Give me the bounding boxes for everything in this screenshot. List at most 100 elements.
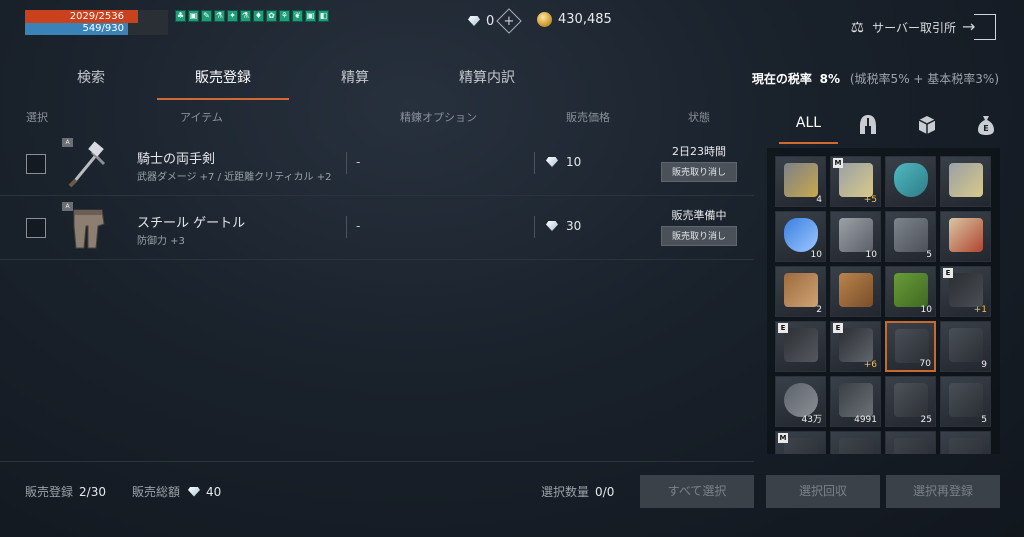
inventory-slot[interactable]: 5 xyxy=(940,376,991,427)
inventory-slot[interactable]: E +1 xyxy=(940,266,991,317)
server-exchange-button[interactable]: ⚖ サーバー取引所 xyxy=(851,14,996,40)
plus-icon: + xyxy=(503,13,515,29)
scale-icon: ⚖ xyxy=(850,18,865,36)
inventory-slot[interactable] xyxy=(940,156,991,207)
inventory-slot[interactable] xyxy=(830,266,881,317)
hp-bar: 2029/2536 xyxy=(25,10,138,23)
hp-value: 2029/2536 xyxy=(69,11,124,22)
rune-scroll-icon xyxy=(949,383,983,417)
listing-row[interactable]: A 騎士の両手剣 武器ダメージ +7 / 近距離クリティカル +2 - 10 2… xyxy=(0,132,754,196)
tab-equipment[interactable] xyxy=(838,108,897,144)
crystal-icon xyxy=(894,163,928,197)
ore-icon xyxy=(839,383,873,417)
reregister-selected-button[interactable]: 選択再登録 xyxy=(886,475,1000,508)
total-amount: 販売総額 40 xyxy=(132,483,221,500)
buff-icon-4: ⚗ xyxy=(214,10,225,22)
tier-badge: A xyxy=(62,202,73,211)
inventory-slot[interactable]: M +5 xyxy=(830,156,881,207)
gauntlet-icon xyxy=(894,383,928,417)
listing-row[interactable]: A スチール ゲートル 防御力 +3 - 30 販売準備中 販売取り消し xyxy=(0,196,754,260)
exit-icon[interactable] xyxy=(962,14,996,40)
belt-icon xyxy=(784,328,818,362)
slot-quantity: 10 xyxy=(810,250,822,260)
inventory-slot[interactable] xyxy=(830,431,881,454)
sword-icon xyxy=(839,163,873,197)
blue-crystal-icon xyxy=(784,218,818,252)
total-label: 販売総額 xyxy=(131,485,180,499)
add-diamond-button[interactable]: + xyxy=(496,8,523,34)
sword-icon xyxy=(949,163,983,197)
slot-quantity: +6 xyxy=(863,360,877,370)
market-tabs: 検索 販売登録 精算 精算内訳 xyxy=(25,58,553,100)
helmet-icon xyxy=(859,115,876,134)
collect-selected-button[interactable]: 選択回収 xyxy=(766,475,880,508)
col-item: アイテム xyxy=(180,111,223,124)
buff-icon-7: ♦ xyxy=(253,10,264,22)
inventory-slot[interactable]: 10 xyxy=(885,266,936,317)
inventory-slot[interactable]: 25 xyxy=(885,376,936,427)
select-all-button[interactable]: すべて選択 xyxy=(640,475,754,508)
mp-bar: 549/930 xyxy=(25,23,128,35)
inventory-slot[interactable]: 43万 xyxy=(775,376,826,427)
item-icon xyxy=(839,438,873,454)
tab-etc[interactable]: E xyxy=(956,108,1015,144)
bow-icon xyxy=(839,328,873,362)
buff-icon-1: ♣ xyxy=(175,10,186,22)
cancel-sale-button[interactable]: 販売取り消し xyxy=(661,226,737,246)
tax-detail: (城税率5% + 基本税率3%) xyxy=(849,72,999,86)
listing-status: 2日23時間 xyxy=(672,145,726,158)
tab-materials[interactable] xyxy=(897,108,956,144)
inventory-slot[interactable]: 4 xyxy=(775,156,826,207)
slot-quantity: +1 xyxy=(973,305,987,315)
tab-settlement[interactable]: 精算 xyxy=(289,58,421,100)
tier-badge: A xyxy=(62,138,73,147)
mp-bar-empty xyxy=(128,23,168,35)
item-icon xyxy=(949,438,983,454)
inventory-slot[interactable]: 9 xyxy=(940,321,991,372)
slot-quantity: 5 xyxy=(981,415,987,425)
tab-settlement-details[interactable]: 精算内訳 xyxy=(421,58,553,100)
item-icon xyxy=(784,438,818,454)
scroll-icon xyxy=(949,218,983,252)
money-bag-icon: E xyxy=(977,116,994,135)
inventory-slot[interactable]: 5 xyxy=(885,211,936,262)
diamond-amount: 0 xyxy=(486,13,495,29)
tab-search[interactable]: 検索 xyxy=(25,58,157,100)
buff-icon-12: ◧ xyxy=(318,10,329,22)
buff-icon-10: ❦ xyxy=(292,10,303,22)
svg-text:E: E xyxy=(983,124,988,133)
inventory-slot[interactable]: 70 xyxy=(885,321,936,372)
buff-icon-11: ▣ xyxy=(305,10,316,22)
inventory-slot[interactable]: E xyxy=(775,321,826,372)
inventory-slot[interactable] xyxy=(885,156,936,207)
inventory-slot[interactable]: 4991 xyxy=(830,376,881,427)
inventory-slot[interactable]: 2 xyxy=(775,266,826,317)
inventory-slot[interactable]: 10 xyxy=(830,211,881,262)
iron-ingot-icon xyxy=(839,218,873,252)
divider xyxy=(534,216,535,238)
inventory-slot[interactable]: 10 xyxy=(775,211,826,262)
buff-icon-2: ▣ xyxy=(188,10,199,22)
item-price: 10 xyxy=(546,155,581,169)
tab-sell-register[interactable]: 販売登録 xyxy=(157,58,289,100)
inventory-panel: ALL E 4 M +5 10 10 5 2 10 E +1 E E +6 70 9 43万 4991 25 5 M xyxy=(763,100,1003,462)
inventory-slot[interactable] xyxy=(885,431,936,454)
cancel-sale-button[interactable]: 販売取り消し xyxy=(661,162,737,182)
inventory-slot[interactable]: M xyxy=(775,431,826,454)
inventory-slot[interactable] xyxy=(940,431,991,454)
buff-icon-5: ✦ xyxy=(227,10,238,22)
green-log-icon xyxy=(894,273,928,307)
item-name: 騎士の両手剣 xyxy=(137,152,216,167)
price-value: 30 xyxy=(566,219,582,233)
selected-label: 選択数量 xyxy=(541,485,590,499)
inventory-slot[interactable]: E +6 xyxy=(830,321,881,372)
diamond-icon xyxy=(468,16,480,26)
col-refine: 精錬オプション xyxy=(400,111,477,124)
tab-all[interactable]: ALL xyxy=(779,108,838,144)
row-checkbox[interactable] xyxy=(26,218,46,238)
inventory-slot[interactable] xyxy=(940,211,991,262)
row-checkbox[interactable] xyxy=(26,154,46,174)
slot-quantity: 70 xyxy=(919,359,931,369)
slot-tag: E xyxy=(943,268,953,278)
server-exchange-label: サーバー取引所 xyxy=(872,20,956,35)
